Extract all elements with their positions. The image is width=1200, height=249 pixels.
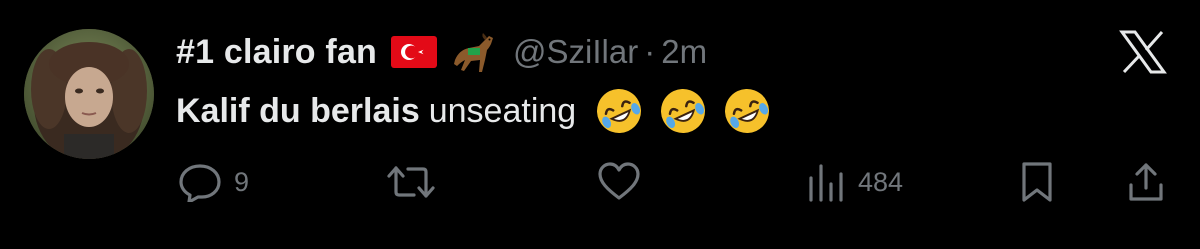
retweet-button[interactable] xyxy=(386,158,446,206)
action-bar: 9 484 xyxy=(0,158,1200,206)
reply-button[interactable]: 9 xyxy=(178,158,249,206)
views-chart-icon xyxy=(809,164,843,202)
rolling-laughing-emoji-icon xyxy=(722,86,772,136)
tweet-header: #1 clairo fan @SziIlar · 2m xyxy=(176,30,707,74)
header-separator: · xyxy=(644,33,656,70)
rolling-laughing-emoji-icon xyxy=(658,86,708,136)
tweet-text: Kalif du berlais unseating xyxy=(176,86,772,136)
share-button[interactable] xyxy=(1127,158,1165,206)
reply-count: 9 xyxy=(234,166,250,197)
views-button[interactable]: 484 xyxy=(806,158,903,206)
share-icon xyxy=(1129,163,1163,201)
avatar[interactable] xyxy=(24,29,154,159)
display-name[interactable]: #1 clairo fan xyxy=(176,33,377,72)
rolling-laughing-emoji-icon xyxy=(594,86,644,136)
like-button[interactable] xyxy=(597,158,651,206)
tweet[interactable]: #1 clairo fan @SziIlar · 2m Kalif du ber… xyxy=(0,0,1200,249)
retweet-icon xyxy=(387,166,435,198)
tweet-text-rest: unseating xyxy=(428,91,577,130)
reply-icon xyxy=(179,164,221,202)
tweet-text-bold: Kalif du berlais xyxy=(176,91,420,130)
views-count: 484 xyxy=(858,166,904,197)
timestamp[interactable]: 2m xyxy=(661,33,707,71)
bookmark-button[interactable] xyxy=(1019,158,1055,206)
horse-racing-icon xyxy=(449,30,497,74)
turkey-flag-icon xyxy=(391,36,438,68)
heart-icon xyxy=(598,162,640,200)
user-handle[interactable]: @SziIlar xyxy=(513,33,638,71)
bookmark-icon xyxy=(1022,162,1052,202)
x-logo-icon xyxy=(1118,30,1168,74)
